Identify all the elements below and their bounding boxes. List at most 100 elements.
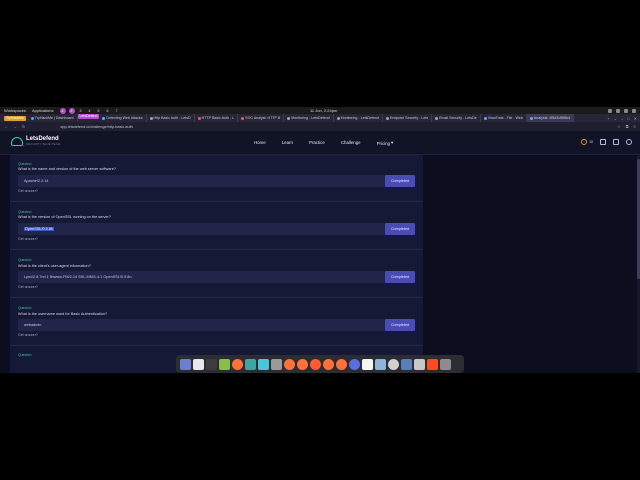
extensions-icon[interactable]: ⧉ <box>626 124 629 129</box>
text-editor-icon[interactable] <box>414 358 425 370</box>
workspace-1[interactable]: 1 <box>59 107 66 114</box>
maximize-icon[interactable]: □ <box>627 116 629 121</box>
workspace-4[interactable]: 4 <box>87 108 93 114</box>
url-bar: ← → ↻ app.letsdefend.io/challenge/http-b… <box>0 122 640 131</box>
bookmark-tryhackme[interactable]: TryHackMe <box>4 115 26 121</box>
get-answer-link[interactable]: Get answer? <box>18 189 38 193</box>
github-icon[interactable] <box>362 358 373 370</box>
clock[interactable]: 11 Jun, 2:24pm <box>310 108 337 113</box>
logo[interactable]: LetsDefend SECURITY BLUE TEAM <box>11 136 60 146</box>
workspace-6[interactable]: 6 <box>105 108 111 114</box>
workspace-5[interactable]: 5 <box>96 108 102 114</box>
browser-tab[interactable]: HTTP Basic Auth - L <box>195 114 239 122</box>
answer-input[interactable]: Lynx/2.8.7rel.1 libwww-FM/2.14 SSL-MM/1.… <box>18 271 385 283</box>
folder-icon[interactable] <box>245 358 256 370</box>
firefox-icon[interactable] <box>232 358 243 370</box>
more-icon[interactable] <box>440 358 451 370</box>
browser-tab[interactable]: Detecting Web Attacks <box>99 114 147 122</box>
favicon-icon <box>30 116 34 120</box>
browser-tab[interactable]: Http Basic Auth - LetsD <box>147 114 195 122</box>
favicon-icon <box>435 116 439 120</box>
firefox-icon[interactable] <box>323 358 334 370</box>
trophy-icon[interactable] <box>600 139 606 145</box>
browser-tab[interactable]: Monitoring - LetsDefend <box>334 114 383 122</box>
get-answer-link[interactable]: Get answer? <box>18 333 38 337</box>
chromium-icon[interactable] <box>349 358 360 370</box>
get-answer-link[interactable]: Get answer? <box>18 285 38 289</box>
battery-icon[interactable] <box>624 108 628 113</box>
system-icon[interactable] <box>180 358 191 370</box>
address-input[interactable]: app.letsdefend.io/challenge/http-basic-a… <box>60 125 132 129</box>
workspace-7[interactable]: 7 <box>114 108 120 114</box>
messages-icon[interactable] <box>613 139 619 145</box>
completed-button[interactable]: Completed <box>385 271 415 283</box>
firefox-icon[interactable] <box>336 358 347 370</box>
power-icon[interactable] <box>632 108 636 113</box>
browser-tab[interactable]: Monitoring - LetsDefend <box>284 114 334 122</box>
tab-label: TryHackMe | Dashboard <box>34 116 74 120</box>
answer-input[interactable]: OpenSSL/0.9.8k <box>18 223 385 235</box>
browser-tab[interactable]: TryHackMe | Dashboard <box>28 114 78 122</box>
minimize-icon[interactable]: – <box>621 116 623 121</box>
workspace-bar: Workspaces Applications 1 2 3 4 5 6 7 11… <box>0 107 640 114</box>
answer-input[interactable]: webadmin <box>18 319 385 331</box>
volume-icon[interactable] <box>616 108 620 113</box>
nav-learn[interactable]: Learn <box>282 140 293 146</box>
terminal-icon[interactable] <box>206 358 217 370</box>
settings-icon[interactable] <box>271 358 282 370</box>
wireshark-icon[interactable] <box>401 358 412 370</box>
answer-text: Lynx/2.8.7rel.1 libwww-FM/2.14 SSL-MM/1.… <box>24 275 132 279</box>
coins-icon[interactable] <box>581 139 588 145</box>
firefox-icon[interactable] <box>297 358 308 370</box>
favicon-icon <box>483 116 487 120</box>
nav-pricing[interactable]: Pricing ▾ <box>377 140 394 146</box>
completed-button[interactable]: Completed <box>385 223 415 235</box>
completed-button[interactable]: Completed <box>385 175 415 187</box>
nav-practice[interactable]: Practice <box>309 140 325 146</box>
browser-tab[interactable]: Email Security - LetsDe <box>432 114 481 122</box>
favicon-icon <box>241 116 245 120</box>
nav-challenge[interactable]: Challenge <box>341 140 361 146</box>
workspace-3[interactable]: 3 <box>78 108 84 114</box>
profile-icon[interactable] <box>626 139 632 145</box>
burp-icon[interactable] <box>427 358 438 370</box>
favicon-icon <box>149 116 153 120</box>
tab-label: Analysis: 4f6d3cf6f6b4 <box>533 116 571 120</box>
reload-icon[interactable]: ↻ <box>22 124 25 129</box>
completed-button[interactable]: Completed <box>385 319 415 331</box>
screen: Workspaces Applications 1 2 3 4 5 6 7 11… <box>0 107 640 373</box>
new-tab-icon[interactable]: + <box>607 116 609 121</box>
steam-icon[interactable] <box>375 358 386 370</box>
nav-home[interactable]: Home <box>254 140 266 146</box>
bookmark-star-icon[interactable]: ☆ <box>617 124 621 129</box>
menu-icon[interactable]: ≡ <box>634 124 636 129</box>
browser-tab[interactable]: Analysis: 4f6d3cf6f6b4 <box>526 114 575 122</box>
close-icon[interactable]: ✕ <box>634 116 637 121</box>
network-icon[interactable] <box>608 108 612 113</box>
get-answer-link[interactable]: Get answer? <box>18 237 38 241</box>
help-icon[interactable] <box>388 358 399 370</box>
answer-input[interactable]: Apache/2.2.14 <box>18 175 385 187</box>
tab-list-icon[interactable]: ⌄ <box>614 116 617 121</box>
applications-menu[interactable]: Applications <box>32 108 54 113</box>
tab-list: TryHackMe | Dashboard LetsDefend Detecting… <box>28 114 575 122</box>
browser-tab[interactable]: VirusTotal - File - Web <box>481 114 527 122</box>
files-icon[interactable] <box>193 358 204 370</box>
browser-tab[interactable]: Endpoint Security - Lets <box>383 114 433 122</box>
bookmark-letsdefend[interactable]: LetsDefend <box>77 114 100 119</box>
apps-grid-icon[interactable] <box>219 358 230 370</box>
answer-text-selected: OpenSSL/0.9.8k <box>24 227 54 231</box>
browser-tab[interactable]: SOC Analyst: HTTP B <box>238 114 285 122</box>
main-nav: Home Learn Practice Challenge Pricing ▾ <box>254 140 393 146</box>
tab-label: VirusTotal - File - Web <box>487 116 523 120</box>
firefox-icon[interactable] <box>284 358 295 370</box>
tab-label: Email Security - LetsDe <box>439 116 477 120</box>
question-badge: Question <box>18 210 32 214</box>
workspace-2[interactable]: 2 <box>68 107 75 114</box>
chevron-down-icon: ▾ <box>391 140 394 145</box>
back-icon[interactable]: ← <box>4 124 8 129</box>
workspaces-menu[interactable]: Workspaces <box>4 108 26 113</box>
screenshot-icon[interactable] <box>258 358 269 370</box>
firefox-icon[interactable] <box>310 358 321 370</box>
forward-icon[interactable]: → <box>13 124 17 129</box>
